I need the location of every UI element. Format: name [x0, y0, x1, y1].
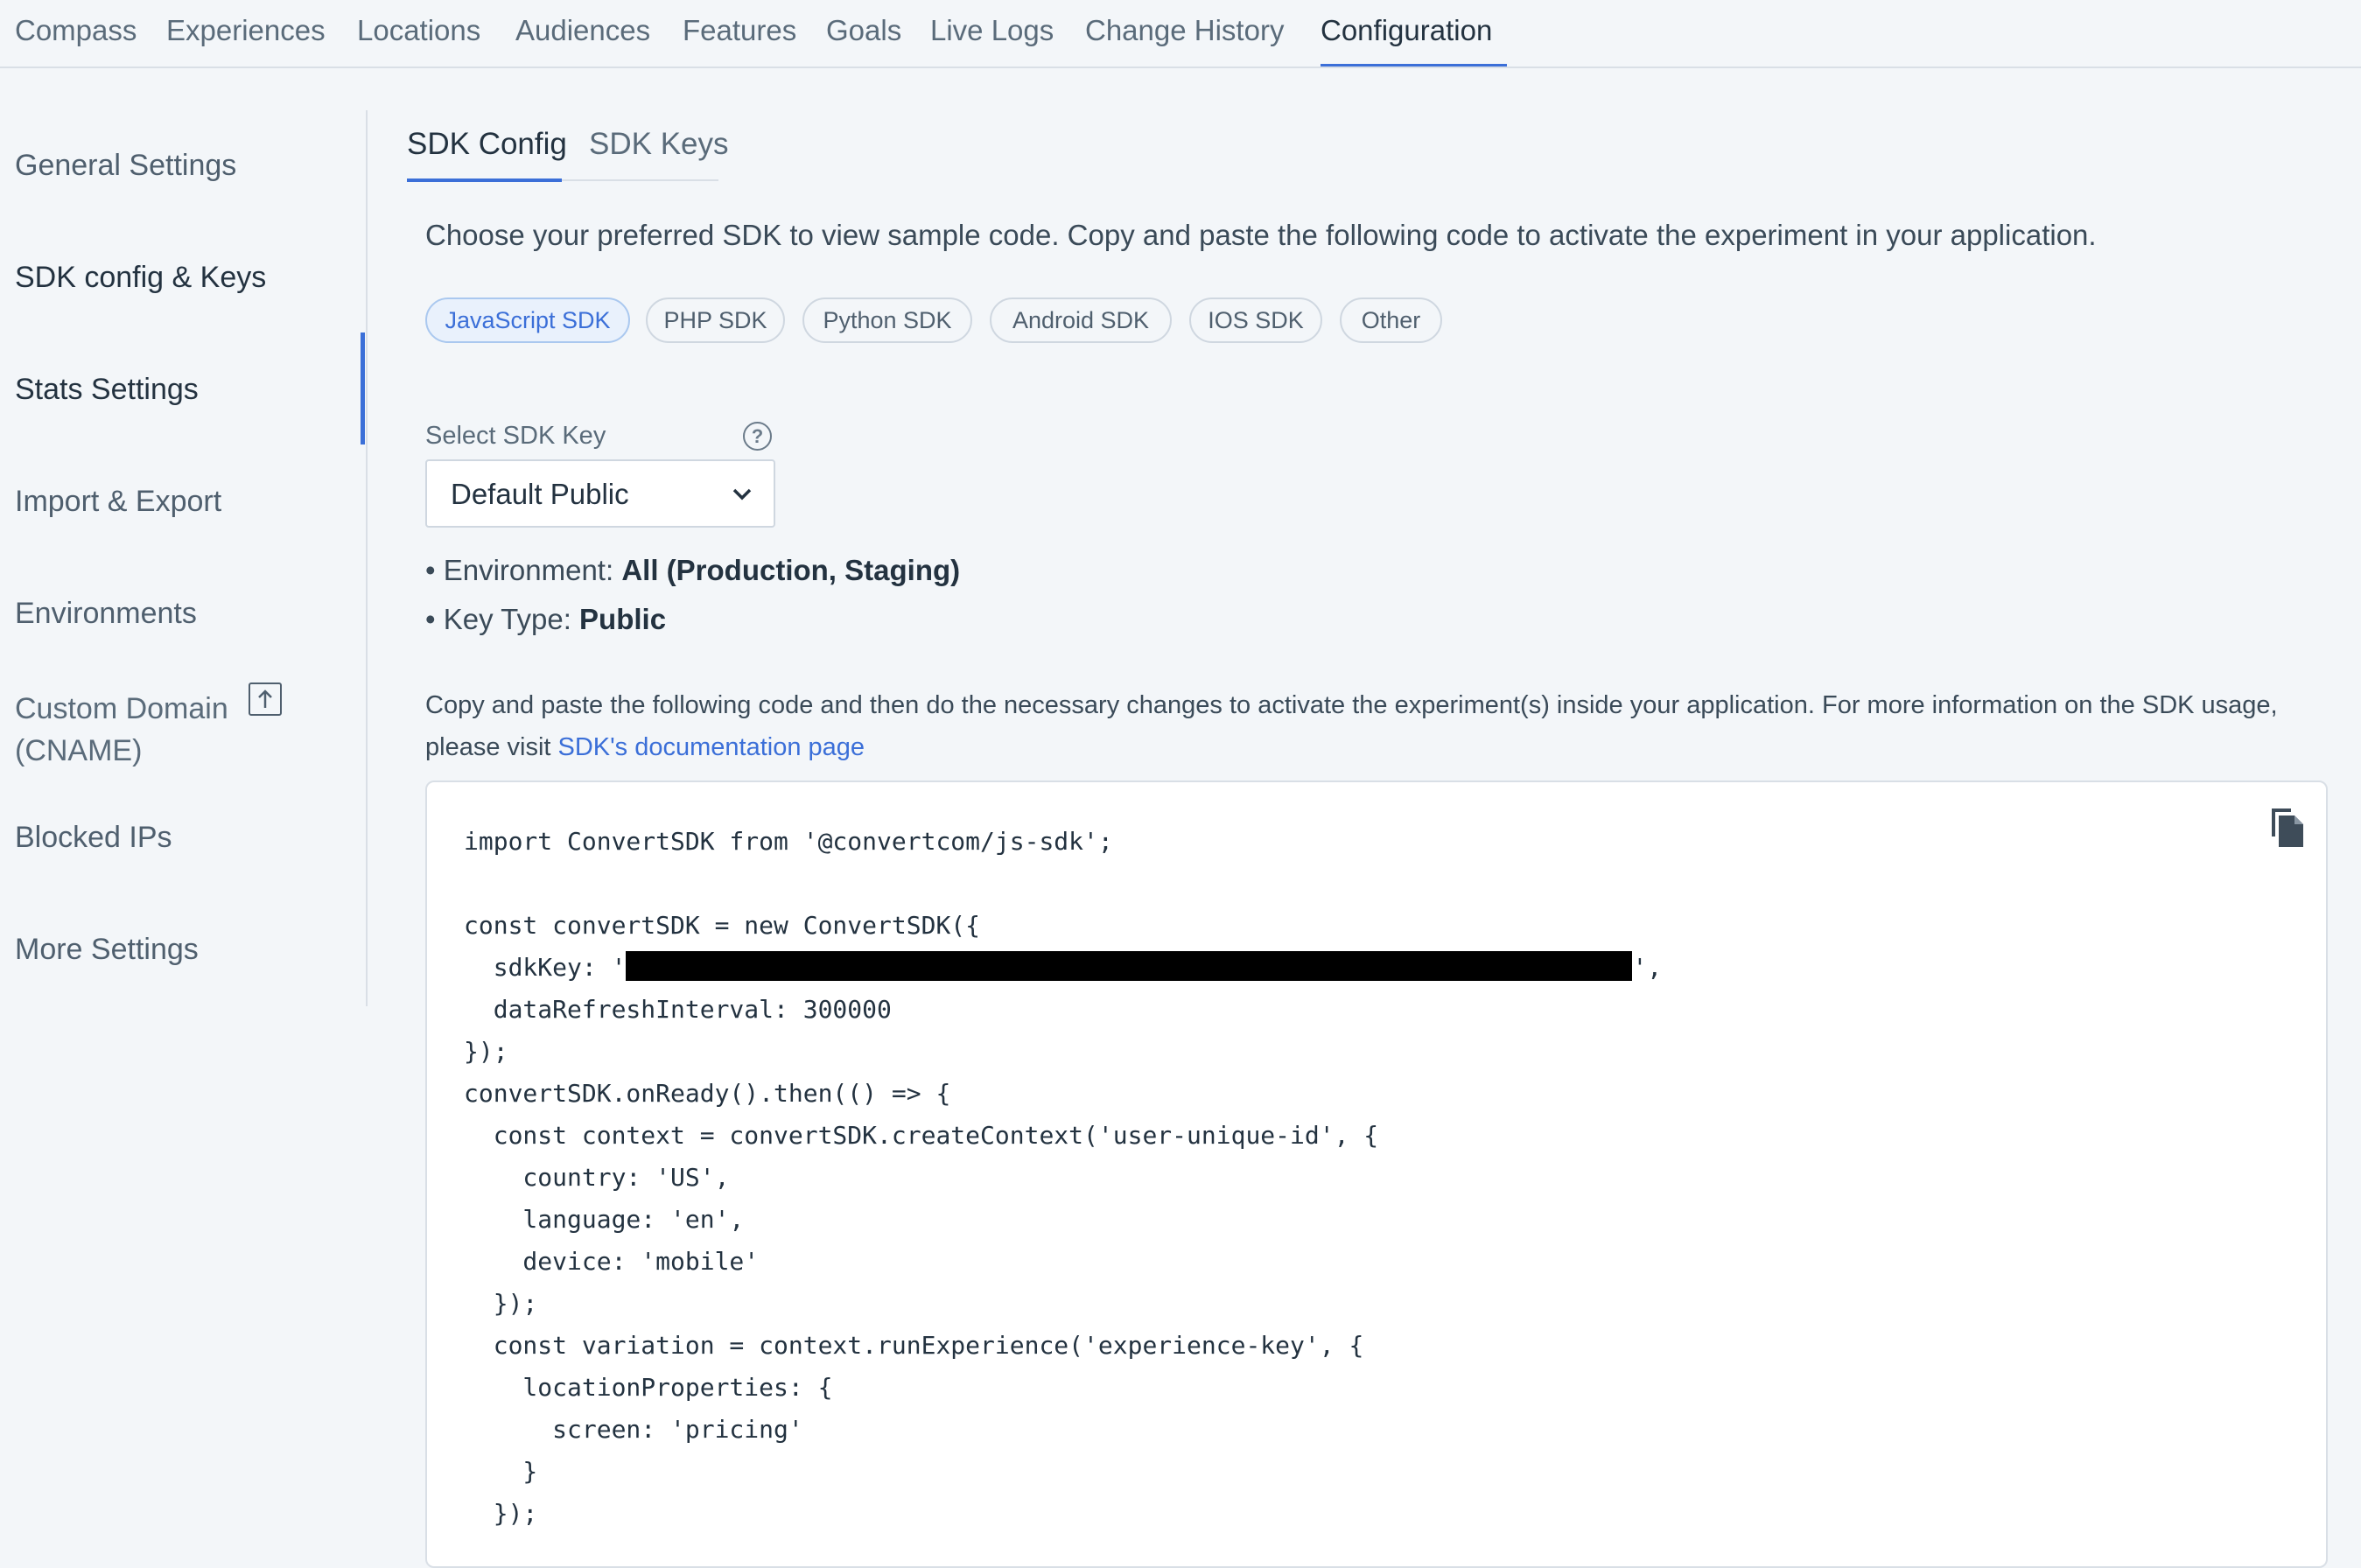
code-line: const convertSDK = new ConvertSDK({: [464, 911, 981, 940]
chip-ios-sdk[interactable]: IOS SDK: [1189, 298, 1322, 343]
sidebar-item-label: Custom Domain: [15, 692, 228, 725]
code-line: }: [464, 1457, 538, 1486]
code-line: sdkKey: ': [464, 953, 627, 982]
code-line: device: 'mobile': [464, 1247, 760, 1276]
sidebar-item-import-export[interactable]: Import & Export: [15, 485, 221, 519]
sdk-key-select[interactable]: Default Public: [425, 459, 775, 528]
active-tab-underline: [1321, 64, 1507, 66]
code-line: locationProperties: {: [464, 1373, 833, 1402]
sidebar-active-indicator: [361, 332, 365, 444]
sidebar-item-environments[interactable]: Environments: [15, 597, 197, 631]
tab-goals[interactable]: Goals: [826, 14, 901, 47]
code-line: ',: [1632, 953, 1663, 982]
key-type-value: Public: [579, 603, 667, 635]
sidebar-item-label-line2: (CNAME): [15, 734, 143, 767]
chip-other[interactable]: Other: [1340, 298, 1442, 343]
sdk-key-select-value: Default Public: [451, 478, 629, 510]
tab-locations[interactable]: Locations: [357, 14, 480, 47]
sidebar-item-stats-settings[interactable]: Stats Settings: [15, 373, 199, 407]
top-nav: Compass Experiences Locations Audiences …: [0, 0, 2361, 68]
environment-value: All (Production, Staging): [621, 554, 961, 586]
key-type-info: • Key Type: Public: [425, 603, 666, 636]
chip-python-sdk[interactable]: Python SDK: [802, 298, 972, 343]
tab-change-history[interactable]: Change History: [1085, 14, 1284, 47]
chip-php-sdk[interactable]: PHP SDK: [646, 298, 785, 343]
tab-compass[interactable]: Compass: [15, 14, 137, 47]
code-line: language: 'en',: [464, 1205, 745, 1234]
code-line: import ConvertSDK from '@convertcom/js-s…: [464, 827, 1113, 856]
tab-features[interactable]: Features: [683, 14, 796, 47]
sidebar-item-more-settings[interactable]: More Settings: [15, 933, 199, 967]
tab-configuration[interactable]: Configuration: [1321, 14, 1492, 47]
chip-javascript-sdk[interactable]: JavaScript SDK: [425, 298, 630, 343]
code-description: Copy and paste the following code and th…: [425, 684, 2333, 768]
environment-label: • Environment:: [425, 554, 622, 586]
sidebar-item-general-settings[interactable]: General Settings: [15, 149, 236, 183]
environment-info: • Environment: All (Production, Staging): [425, 554, 960, 587]
tab-audiences[interactable]: Audiences: [515, 14, 650, 47]
code-line: });: [464, 1499, 538, 1528]
select-sdk-key-label: Select SDK Key: [425, 422, 606, 450]
code-line: screen: 'pricing': [464, 1415, 803, 1444]
code-line: const context = convertSDK.createContext…: [464, 1121, 1379, 1150]
chevron-down-icon: [732, 488, 752, 500]
tab-experiences[interactable]: Experiences: [166, 14, 326, 47]
intro-text: Choose your preferred SDK to view sample…: [425, 219, 2097, 251]
code-line: });: [464, 1037, 508, 1066]
code-line: convertSDK.onReady().then(() => {: [464, 1079, 951, 1108]
code-content: import ConvertSDK from '@convertcom/js-s…: [464, 821, 1662, 1535]
sidebar-item-blocked-ips[interactable]: Blocked IPs: [15, 821, 172, 855]
tab-sdk-keys[interactable]: SDK Keys: [589, 127, 729, 162]
tab-live-logs[interactable]: Live Logs: [930, 14, 1054, 47]
sidebar-item-custom-domain[interactable]: Custom Domain (CNAME): [15, 688, 228, 772]
copy-icon[interactable]: [2266, 803, 2307, 849]
chip-android-sdk[interactable]: Android SDK: [990, 298, 1172, 343]
code-line: });: [464, 1289, 538, 1318]
key-type-label: • Key Type:: [425, 603, 580, 635]
sub-tab-active-underline: [407, 178, 562, 182]
code-block: import ConvertSDK from '@convertcom/js-s…: [425, 780, 2328, 1568]
code-line: country: 'US',: [464, 1163, 730, 1192]
tab-sdk-config[interactable]: SDK Config: [407, 127, 567, 162]
code-line: dataRefreshInterval: 300000: [464, 995, 892, 1024]
question-circle-icon[interactable]: ?: [743, 422, 772, 451]
sdk-documentation-link[interactable]: SDK's documentation page: [558, 733, 865, 761]
sidebar-item-sdk-config-keys[interactable]: SDK config & Keys: [15, 261, 266, 295]
redacted-sdk-key: [626, 951, 1633, 981]
sidebar: [0, 110, 368, 1006]
external-upload-icon[interactable]: [249, 682, 282, 716]
code-line: const variation = context.runExperience(…: [464, 1331, 1364, 1360]
